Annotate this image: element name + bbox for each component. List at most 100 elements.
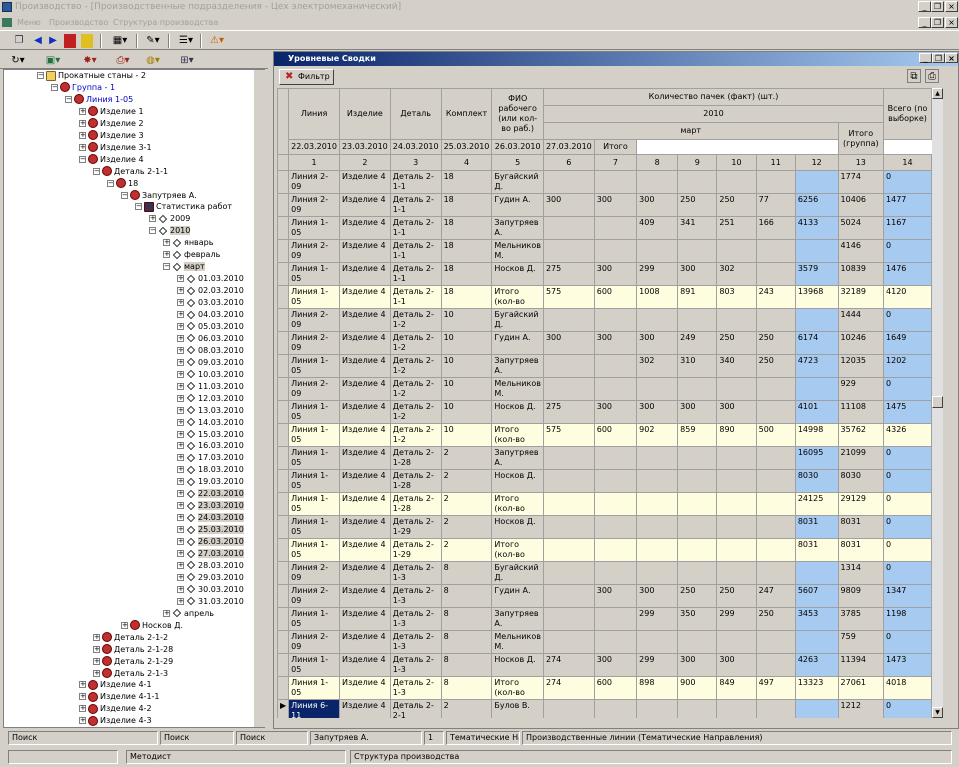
table-cell[interactable]: Деталь 2-1-2 — [389, 400, 442, 424]
table-cell[interactable] — [542, 446, 595, 470]
table-cell[interactable]: Линия 1-05 — [288, 469, 340, 493]
tree-node[interactable]: +17.03.2010 — [177, 452, 244, 464]
tree-node[interactable]: +05.03.2010 — [177, 321, 244, 333]
table-cell[interactable]: 77 — [755, 193, 796, 217]
summary-close-button[interactable]: × — [945, 53, 958, 63]
table-cell[interactable] — [593, 699, 638, 718]
table-row[interactable]: Линия 2-09 Изделие 4 Деталь 2-1-2 10 Бугайск… — [277, 308, 932, 332]
table-cell[interactable] — [794, 630, 839, 654]
table-cell[interactable]: 0 — [883, 170, 932, 194]
table-cell[interactable] — [716, 170, 757, 194]
table-cell[interactable]: Линия 2-09 — [288, 630, 340, 654]
table-cell[interactable]: 4146 — [837, 239, 885, 263]
table-cell[interactable]: Итого (кол-во — [491, 423, 544, 447]
table-cell[interactable]: 18 — [440, 239, 493, 263]
table-cell[interactable] — [677, 561, 718, 585]
table-cell[interactable]: Булов В. — [491, 699, 544, 718]
tree-node[interactable]: + январь — [163, 237, 213, 249]
table-cell[interactable]: 250 — [716, 331, 757, 355]
table-cell[interactable] — [593, 170, 638, 194]
table-cell[interactable]: Деталь 2-1-1 — [389, 285, 442, 309]
table-cell[interactable]: 8030 — [794, 469, 839, 493]
table-cell[interactable]: 300 — [636, 193, 679, 217]
table-cell[interactable] — [593, 216, 638, 240]
table-cell[interactable] — [542, 239, 595, 263]
table-cell[interactable]: 4101 — [794, 400, 839, 424]
table-cell[interactable]: 8031 — [794, 538, 839, 562]
table-cell[interactable]: 0 — [883, 469, 932, 493]
table-row[interactable]: Линия 1-05 Изделие 4 Деталь 2-1-2 10 Носков … — [277, 400, 932, 424]
table-cell[interactable] — [636, 446, 679, 470]
table-cell[interactable]: 300 — [542, 193, 595, 217]
table-cell[interactable]: 310 — [677, 354, 718, 378]
table-cell[interactable]: 12035 — [837, 354, 885, 378]
table-cell[interactable]: 2 — [440, 699, 493, 718]
grid-scrollbar[interactable]: ▲ ▼ — [932, 88, 943, 718]
expand-icon[interactable]: + — [149, 215, 156, 223]
table-cell[interactable] — [794, 239, 839, 263]
table-cell[interactable]: 10 — [440, 377, 493, 401]
restore-button[interactable]: ❐ — [931, 1, 944, 12]
table-cell[interactable]: Линия 1-05 — [288, 492, 340, 516]
tree-node[interactable]: + февраль — [163, 249, 220, 261]
table-cell[interactable] — [755, 699, 796, 718]
map-icon[interactable]: ▣▾ — [42, 54, 64, 68]
table-cell[interactable]: Итого (кол-во — [491, 285, 544, 309]
table-cell[interactable]: 8030 — [837, 469, 885, 493]
table-cell[interactable]: 2 — [440, 538, 493, 562]
table-cell[interactable]: Изделие 4 — [338, 515, 391, 539]
table-cell[interactable]: 0 — [883, 561, 932, 585]
table-cell[interactable]: 500 — [755, 423, 796, 447]
table-row[interactable]: Линия 1-05 Изделие 4 Деталь 2-1-3 8 Носков Д… — [277, 653, 932, 677]
table-cell[interactable]: Деталь 2-1-3 — [389, 653, 442, 677]
table-cell[interactable]: 300 — [677, 262, 718, 286]
table-cell[interactable] — [593, 561, 638, 585]
expand-icon[interactable]: + — [79, 143, 86, 151]
table-cell[interactable]: Изделие 4 — [338, 538, 391, 562]
summary-minimize-button[interactable]: _ — [919, 53, 932, 63]
expand-icon[interactable]: + — [79, 681, 86, 689]
table-cell[interactable]: 300 — [593, 653, 638, 677]
tools-icon[interactable]: ✎▾ — [141, 34, 165, 48]
table-cell[interactable]: 4120 — [883, 285, 932, 309]
table-cell[interactable] — [542, 469, 595, 493]
table-cell[interactable]: Носков Д. — [491, 400, 544, 424]
table-cell[interactable] — [755, 446, 796, 470]
table-cell[interactable] — [716, 561, 757, 585]
table-cell[interactable]: 8 — [440, 584, 493, 608]
table-cell[interactable]: 8 — [440, 607, 493, 631]
table-cell[interactable]: 0 — [883, 308, 932, 332]
table-cell[interactable]: 859 — [677, 423, 718, 447]
collapse-icon[interactable]: − — [163, 263, 170, 271]
table-cell[interactable] — [593, 446, 638, 470]
table-row[interactable]: Линия 2-09 Изделие 4 Деталь 2-1-2 10 Мельник… — [277, 377, 932, 401]
table-cell[interactable]: 849 — [716, 676, 757, 700]
table-cell[interactable]: 247 — [755, 584, 796, 608]
table-row[interactable]: Линия 1-05 Изделие 4 Деталь 2-1-1 18 Носков … — [277, 262, 932, 286]
table-cell[interactable]: Изделие 4 — [338, 262, 391, 286]
filter-button[interactable]: ✖ Фильтр — [279, 69, 334, 85]
warning-icon[interactable]: ⚠▾ — [205, 34, 229, 48]
table-cell[interactable] — [636, 377, 679, 401]
tree-node[interactable]: +14.03.2010 — [177, 417, 244, 429]
table-cell[interactable]: 250 — [716, 584, 757, 608]
table-cell[interactable]: 1202 — [883, 354, 932, 378]
table-cell[interactable] — [755, 492, 796, 516]
table-cell[interactable]: Деталь 2-1-2 — [389, 331, 442, 355]
table-cell[interactable]: 10 — [440, 400, 493, 424]
table-cell[interactable]: 8031 — [794, 515, 839, 539]
table-cell[interactable]: Линия 1-05 — [288, 515, 340, 539]
table-cell[interactable] — [677, 377, 718, 401]
table-cell[interactable]: 1212 — [837, 699, 885, 718]
table-cell[interactable] — [755, 538, 796, 562]
col-part[interactable]: Деталь — [389, 88, 442, 140]
table-cell[interactable]: 10246 — [837, 331, 885, 355]
tree-node[interactable]: +15.03.2010 — [177, 429, 244, 441]
expand-icon[interactable]: + — [177, 561, 184, 569]
expand-icon[interactable]: + — [177, 573, 184, 581]
tree-node[interactable]: +13.03.2010 — [177, 405, 244, 417]
tree-node[interactable]: +09.03.2010 — [177, 357, 244, 369]
table-cell[interactable]: 2 — [440, 515, 493, 539]
table-cell[interactable]: 1476 — [883, 262, 932, 286]
expand-icon[interactable]: + — [163, 239, 170, 247]
